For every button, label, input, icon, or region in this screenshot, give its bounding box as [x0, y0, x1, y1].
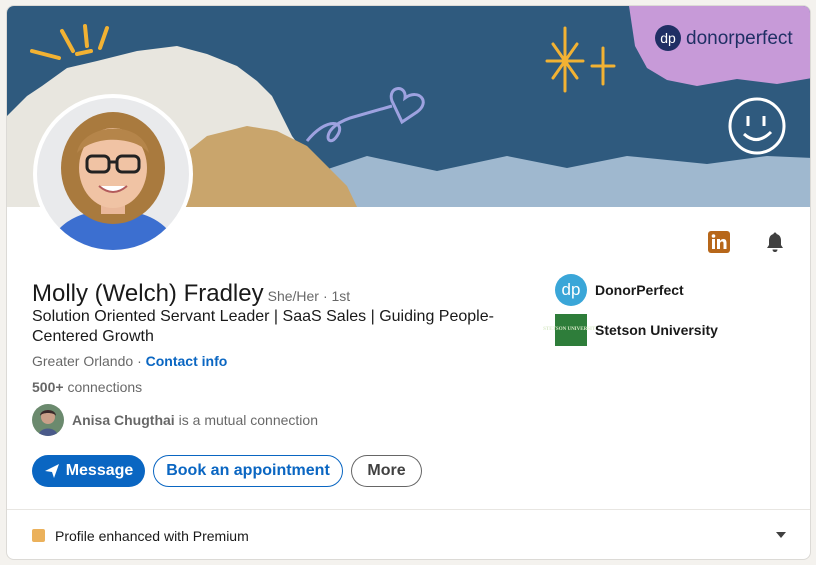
profile-headline: Solution Oriented Servant Leader | SaaS …: [32, 308, 494, 345]
org-donorperfect[interactable]: dp DonorPerfect: [555, 274, 718, 306]
message-button[interactable]: Message: [32, 455, 145, 487]
connections-count[interactable]: 500+ connections: [32, 379, 142, 395]
name-row: Molly (Welch) Fradley She/Her · 1st: [32, 280, 350, 308]
svg-text:dp: dp: [660, 30, 676, 46]
connection-degree: · 1st: [322, 288, 351, 304]
premium-banner[interactable]: Profile enhanced with Premium: [7, 509, 810, 559]
caret-down-icon[interactable]: [776, 532, 786, 538]
book-appointment-button[interactable]: Book an appointment: [153, 455, 343, 487]
top-actions: [707, 230, 797, 254]
svg-text:donorperfect: donorperfect: [686, 28, 793, 49]
contact-info-link[interactable]: Contact info: [146, 353, 228, 369]
linkedin-icon[interactable]: [707, 230, 731, 254]
org-name: DonorPerfect: [595, 282, 684, 298]
premium-icon: [32, 529, 45, 542]
donorperfect-logo: dp: [555, 274, 587, 306]
connections-number: 500+: [32, 379, 64, 395]
more-button[interactable]: More: [351, 455, 422, 487]
profile-name: Molly (Welch) Fradley: [32, 280, 264, 307]
org-name: Stetson University: [595, 322, 718, 338]
message-label: Message: [65, 462, 134, 479]
bell-icon[interactable]: [763, 230, 787, 254]
profile-avatar[interactable]: [33, 94, 193, 254]
profile-photo: [37, 98, 189, 250]
mutual-connection[interactable]: Anisa Chugthai is a mutual connection: [32, 404, 318, 436]
action-buttons: Message Book an appointment More: [32, 455, 422, 487]
mutual-avatar: [32, 404, 64, 436]
location-row: Greater Orlando · Contact info: [32, 353, 227, 369]
location: Greater Orlando: [32, 353, 134, 369]
location-separator: ·: [137, 353, 142, 369]
profile-card: dp donorperfect Molly (Welch) Fradley Sh…: [6, 5, 811, 560]
mutual-suffix: is a mutual connection: [178, 412, 318, 428]
pronouns: She/Her: [267, 288, 319, 304]
org-list: dp DonorPerfect STETSON UNIVERSITY Stets…: [543, 274, 718, 354]
mutual-name: Anisa Chugthai: [72, 412, 175, 428]
premium-label: Profile enhanced with Premium: [55, 527, 249, 544]
connections-label: connections: [67, 379, 143, 395]
stetson-logo: STETSON UNIVERSITY: [543, 314, 599, 346]
org-stetson[interactable]: STETSON UNIVERSITY Stetson University: [543, 314, 718, 346]
donorperfect-brand-logo: dp donorperfect: [655, 25, 793, 51]
send-icon: [44, 464, 59, 478]
